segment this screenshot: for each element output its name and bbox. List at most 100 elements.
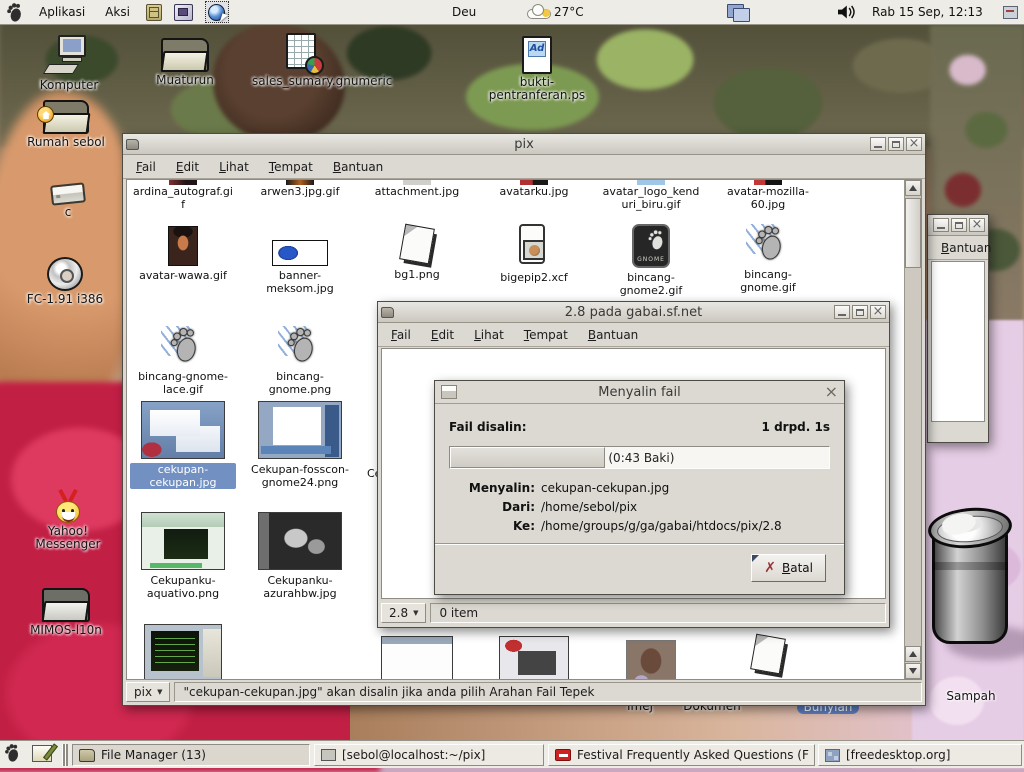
notes-applet[interactable] (32, 741, 52, 765)
gnome-badge-icon: GNOME (632, 224, 670, 268)
menu-lihat[interactable]: Lihat (210, 157, 258, 177)
file-item[interactable]: avatar-wawa.gif (127, 226, 239, 282)
workspace-applet[interactable] (727, 0, 749, 24)
file-manager-launcher-icon[interactable] (146, 4, 162, 21)
file-item[interactable] (595, 640, 707, 680)
scroll-down-button[interactable] (905, 663, 921, 679)
file-item[interactable]: bg1.png (361, 226, 473, 281)
file-item[interactable]: Cekupan-fosscon-gnome24.png (244, 401, 356, 489)
scrollbar-thumb[interactable] (905, 198, 921, 268)
file-item[interactable]: avatar-mozilla-60.jpg (712, 180, 824, 211)
file-item[interactable]: avatarku.jpg (478, 180, 590, 198)
chevron-down-icon: ▼ (157, 688, 162, 696)
browser-launcher-selected[interactable] (205, 1, 229, 23)
actions-menu[interactable]: Aksi (101, 5, 134, 19)
scroll-up-button2[interactable] (905, 646, 921, 662)
taskbar-button-file-manager[interactable]: File Manager (13) (72, 744, 310, 766)
volume-applet[interactable] (836, 0, 856, 24)
file-item-selected[interactable]: cekupan-cekupan.jpg (127, 401, 239, 489)
clock-applet[interactable]: Rab 15 Sep, 12:13 (872, 0, 983, 24)
desktop-icon-mimos-l10n[interactable]: MIMOS-l10n (20, 588, 112, 637)
menu-edit[interactable]: Edit (422, 325, 463, 345)
menu-tempat[interactable]: Tempat (515, 325, 577, 345)
home-folder-icon (43, 100, 89, 134)
desktop-icon-bukti-ps[interactable]: Ad bukti-pentranferan.ps (487, 36, 587, 102)
file-item[interactable] (361, 636, 473, 680)
window-folder-icon (126, 139, 139, 150)
panel-tray-applet[interactable] (1003, 0, 1018, 24)
scroll-up-button[interactable] (905, 180, 921, 196)
close-icon[interactable]: × (825, 384, 838, 400)
file-item[interactable] (712, 636, 824, 672)
file-item[interactable]: bincang-gnome-lace.gif (127, 324, 239, 396)
minimize-button[interactable] (933, 218, 949, 232)
file-item[interactable]: bigepip2.xcf (478, 224, 590, 284)
cancel-button[interactable]: ✗ Batal (751, 554, 826, 582)
gnome-foot-icon[interactable] (4, 744, 20, 762)
postscript-doc-icon: Ad (522, 36, 552, 74)
vertical-scrollbar[interactable] (904, 180, 921, 679)
desktop-icon-label: MIMOS-l10n (20, 624, 112, 637)
desktop-icon-label: sales_sumary.gnumeric (252, 75, 352, 88)
maximize-button[interactable] (852, 305, 868, 319)
file-item[interactable]: ardina_autograf.gif (127, 180, 239, 211)
file-item[interactable]: banner-meksom.jpg (244, 226, 356, 295)
file-item[interactable]: avatar_logo_kenduri_biru.gif (595, 180, 707, 211)
minimize-button[interactable] (870, 137, 886, 151)
file-item[interactable]: arwen3.jpg.gif (244, 180, 356, 198)
gnome-foot-icon (163, 324, 203, 368)
desktop-icon-muaturun[interactable]: Muaturun (140, 38, 230, 87)
menu-bantuan[interactable]: Bantuan (579, 325, 647, 345)
menu-fail[interactable]: Fail (127, 157, 165, 177)
location-dropdown[interactable]: 2.8 ▼ (381, 603, 426, 623)
file-item[interactable]: Cekupanku-azurahbw.jpg (244, 512, 356, 600)
desktop-icon-label: bukti-pentranferan.ps (487, 76, 587, 102)
desktop-icon-label: Komputer (24, 79, 114, 92)
separator (435, 543, 844, 545)
close-button[interactable]: × (870, 305, 886, 319)
menu-bantuan[interactable]: Bantuan (932, 238, 1000, 258)
applet-drag-handle[interactable] (62, 744, 68, 766)
file-item[interactable]: bincang-gnome.png (244, 324, 356, 396)
desktop-icon-label: Rumah sebol (18, 136, 114, 149)
desktop-icon-rumah-sebol[interactable]: Rumah sebol (18, 100, 114, 149)
file-item[interactable] (127, 624, 239, 680)
menu-edit[interactable]: Edit (167, 157, 208, 177)
maximize-button[interactable] (951, 218, 967, 232)
taskbar-button-festival[interactable]: Festival Frequently Asked Questions (F (548, 744, 815, 766)
menu-fail[interactable]: Fail (382, 325, 420, 345)
copy-dialog-titlebar[interactable]: Menyalin fail × (435, 381, 844, 404)
remote-titlebar[interactable]: 2.8 pada gabai.sf.net × (378, 302, 889, 323)
location-dropdown[interactable]: pix ▼ (126, 682, 170, 702)
cancel-x-icon: ✗ (764, 560, 776, 576)
weather-applet[interactable]: 27°C (527, 0, 584, 24)
pix-titlebar[interactable]: pix × (123, 134, 925, 155)
desktop-icon-yahoo-messenger[interactable]: Yahoo! Messenger (23, 489, 113, 551)
menu-bantuan[interactable]: Bantuan (324, 157, 392, 177)
desktop-icon-fc-cd[interactable]: FC-1.91 i386 (20, 257, 110, 306)
taskbar-button-terminal[interactable]: [sebol@localhost:~/pix] (314, 744, 544, 766)
taskbar-button-freedesktop[interactable]: [freedesktop.org] (818, 744, 1022, 766)
maximize-button[interactable] (888, 137, 904, 151)
applications-menu[interactable]: Aplikasi (35, 5, 89, 19)
desktop-icon-sales-gnumeric[interactable]: sales_sumary.gnumeric (252, 33, 352, 88)
desktop-icon-label: FC-1.91 i386 (20, 293, 110, 306)
file-item[interactable]: GNOME bincang-gnome2.gif (595, 224, 707, 297)
desktop-icon-sampah[interactable]: Sampah (926, 500, 1016, 703)
close-button[interactable]: × (906, 137, 922, 151)
desktop-icon-drive-c[interactable]: c (28, 184, 108, 219)
help-window-titlebar[interactable]: × (928, 215, 988, 236)
file-item[interactable] (478, 636, 590, 680)
file-item[interactable]: attachment.jpg (361, 180, 473, 198)
smiley-icon (53, 489, 83, 523)
desktop-icon-label: Sampah (926, 690, 1016, 703)
desktop-icon-komputer[interactable]: Komputer (24, 35, 114, 92)
keyboard-layout-indicator[interactable]: Deu (452, 0, 476, 24)
terminal-launcher-icon[interactable] (174, 4, 193, 21)
file-item[interactable]: bincang-gnome.gif (712, 222, 824, 294)
file-item[interactable]: Cekupanku-aquativo.png (127, 512, 239, 600)
menu-tempat[interactable]: Tempat (260, 157, 322, 177)
close-button[interactable]: × (969, 218, 985, 232)
minimize-button[interactable] (834, 305, 850, 319)
menu-lihat[interactable]: Lihat (465, 325, 513, 345)
